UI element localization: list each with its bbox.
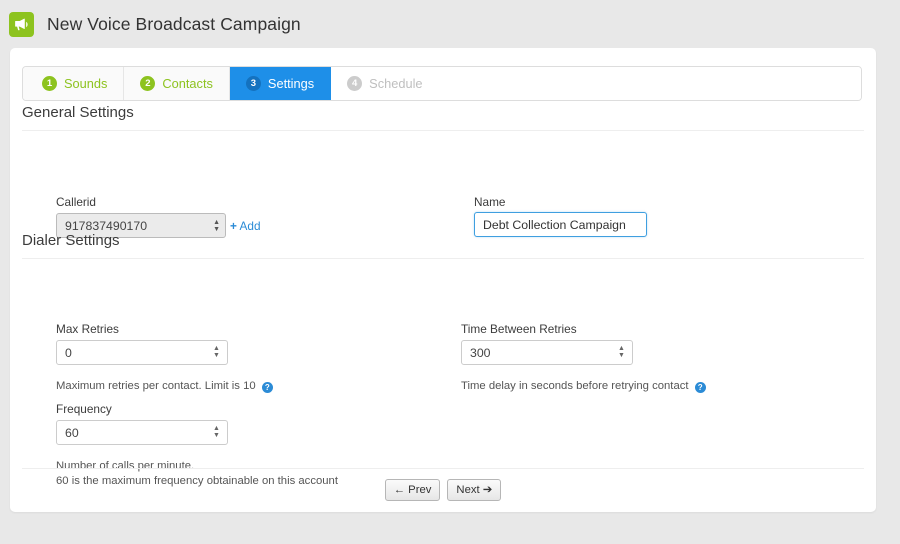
- tab-schedule: 4 Schedule: [331, 67, 439, 100]
- general-settings-heading: General Settings: [22, 104, 864, 131]
- time-between-retries-label: Time Between Retries: [461, 322, 577, 336]
- plus-icon: +: [230, 219, 237, 233]
- frequency-help-line1: Number of calls per minute.: [56, 460, 195, 472]
- tab-sounds-label: Sounds: [64, 76, 108, 91]
- tab-sounds-number: 1: [42, 76, 57, 91]
- name-label: Name: [474, 195, 506, 209]
- tab-contacts-number: 2: [140, 76, 156, 91]
- tab-settings-label: Settings: [267, 76, 315, 91]
- page-title: New Voice Broadcast Campaign: [47, 13, 301, 34]
- prev-button[interactable]: ← Prev: [384, 479, 441, 501]
- max-retries-label: Max Retries: [56, 322, 119, 336]
- arrow-right-icon: ➔: [482, 484, 493, 496]
- add-callerid-link[interactable]: + Add: [230, 219, 261, 233]
- page-header: New Voice Broadcast Campaign: [0, 0, 900, 48]
- question-circle-icon[interactable]: ?: [261, 382, 273, 393]
- tab-bar-filler: [438, 67, 861, 100]
- wizard-step-tabs: 1 Sounds 2 Contacts 3 Settings 4 Schedul…: [22, 66, 862, 101]
- wizard-nav-buttons: ← Prev Next ➔: [10, 479, 876, 501]
- time-between-retries-input[interactable]: [461, 340, 633, 365]
- megaphone-icon: [9, 11, 34, 37]
- question-circle-icon[interactable]: ?: [694, 382, 706, 393]
- next-button-label: Next: [456, 484, 480, 496]
- max-retries-help-text: Maximum retries per contact. Limit is 10: [56, 380, 256, 392]
- dialer-settings-heading: Dialer Settings: [22, 232, 864, 259]
- add-callerid-label: Add: [239, 219, 261, 233]
- next-button[interactable]: Next ➔: [447, 479, 502, 501]
- tab-settings[interactable]: 3 Settings: [229, 67, 332, 100]
- max-retries-input[interactable]: [56, 340, 228, 365]
- tab-sounds[interactable]: 1 Sounds: [23, 67, 125, 100]
- tab-schedule-number: 4: [347, 76, 363, 91]
- time-between-retries-help: Time delay in seconds before retrying co…: [461, 379, 706, 394]
- time-between-retries-help-text: Time delay in seconds before retrying co…: [461, 380, 689, 392]
- campaign-wizard-card: 1 Sounds 2 Contacts 3 Settings 4 Schedul…: [10, 48, 876, 512]
- frequency-input[interactable]: [56, 420, 228, 445]
- max-retries-help: Maximum retries per contact. Limit is 10…: [56, 379, 273, 394]
- footer-divider: [22, 468, 864, 469]
- tab-contacts[interactable]: 2 Contacts: [124, 67, 230, 100]
- tab-settings-number: 3: [245, 76, 261, 91]
- arrow-left-icon: ←: [393, 483, 406, 496]
- tab-schedule-label: Schedule: [369, 76, 423, 91]
- frequency-label: Frequency: [56, 402, 112, 416]
- tab-contacts-label: Contacts: [162, 76, 213, 91]
- prev-button-label: Prev: [408, 483, 432, 496]
- callerid-label: Callerid: [56, 195, 96, 209]
